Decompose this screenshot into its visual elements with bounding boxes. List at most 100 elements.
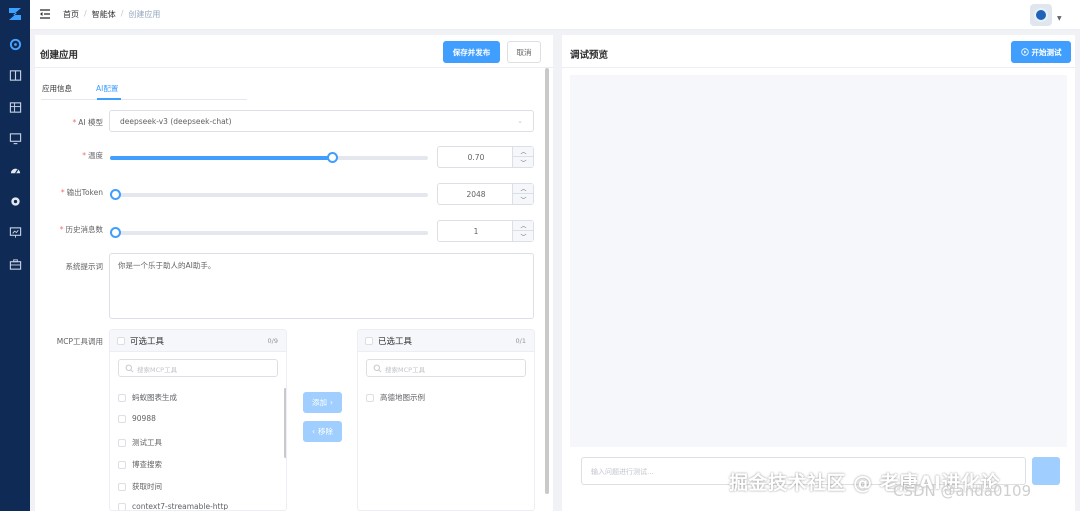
history-slider[interactable] xyxy=(110,227,428,238)
increase-icon[interactable]: ︿ xyxy=(513,184,534,194)
breadcrumb-home[interactable]: 首页 xyxy=(63,9,79,20)
caret-down-icon[interactable]: ▼ xyxy=(1057,15,1062,22)
item-checkbox[interactable] xyxy=(118,438,126,447)
start-test-button[interactable]: 开始测试 xyxy=(1011,41,1071,63)
book-icon[interactable] xyxy=(8,68,22,82)
history-input[interactable]: 1 ︿ ﹀ xyxy=(437,220,534,242)
table-icon[interactable] xyxy=(8,100,22,114)
tab-app-info[interactable]: 应用信息 xyxy=(42,83,72,94)
monitor-icon[interactable] xyxy=(8,131,22,145)
available-tools-panel: 可选工具 0/9 搜索MCP工具 蚂蚁图表生成 90988 测试工具 博查搜索 … xyxy=(109,329,287,511)
available-tools-search[interactable]: 搜索MCP工具 xyxy=(118,359,278,377)
avatar-image xyxy=(1034,8,1048,22)
send-button[interactable] xyxy=(1032,457,1060,485)
play-circle-icon xyxy=(1020,48,1029,56)
gauge-icon[interactable] xyxy=(8,163,22,177)
select-all-checkbox[interactable] xyxy=(365,337,373,345)
tab-ai-config[interactable]: AI配置 xyxy=(96,83,118,94)
system-prompt-textarea[interactable]: 你是一个乐于助人的AI助手。 xyxy=(109,253,534,319)
item-checkbox[interactable] xyxy=(118,393,126,402)
select-all-checkbox[interactable] xyxy=(117,337,125,345)
breadcrumb-current: 创建应用 xyxy=(128,10,161,19)
active-tab-indicator xyxy=(97,98,121,100)
chat-preview-area xyxy=(570,75,1067,447)
breadcrumb-separator: / xyxy=(120,9,124,18)
list-item[interactable]: context7-streamable-http xyxy=(118,502,228,510)
model-select[interactable]: deepseek-v3 (deepseek-chat) ⌄ xyxy=(109,110,534,132)
selected-tools-header: 已选工具 0/1 xyxy=(358,330,534,352)
list-item[interactable]: 博查搜索 xyxy=(118,459,162,470)
search-placeholder: 搜索MCP工具 xyxy=(385,366,426,374)
settings-icon[interactable] xyxy=(8,194,22,208)
config-tabs: 应用信息 AI配置 xyxy=(41,83,247,100)
breadcrumb-agents[interactable]: 智能体 xyxy=(92,9,116,20)
available-tools-header: 可选工具 0/9 xyxy=(110,330,286,352)
item-checkbox[interactable] xyxy=(118,502,126,510)
page-title: 创建应用 xyxy=(40,50,79,61)
mcp-label: MCP工具调用 xyxy=(56,337,103,346)
toolbox-icon[interactable] xyxy=(8,257,22,271)
list-item[interactable]: 测试工具 xyxy=(118,437,162,448)
stepper-controls: ︿ ﹀ xyxy=(512,221,534,241)
debug-preview-panel: 调试预览 开始测试 输入问题进行测试... xyxy=(562,35,1075,511)
system-prompt-label: 系统提示词 xyxy=(65,262,104,271)
available-tools-title: 可选工具 xyxy=(130,337,165,347)
dashboard-icon[interactable] xyxy=(8,37,22,51)
preview-title: 调试预览 xyxy=(570,50,609,61)
top-bar: 首页 / 智能体 / 创建应用 ▼ xyxy=(30,0,1080,30)
selected-tools-title: 已选工具 xyxy=(378,337,413,347)
temperature-slider[interactable] xyxy=(110,152,428,163)
item-checkbox[interactable] xyxy=(366,393,374,402)
chevron-left-icon: ‹ xyxy=(312,427,315,436)
max-tokens-value: 2048 xyxy=(466,190,486,199)
max-tokens-input[interactable]: 2048 ︿ ﹀ xyxy=(437,183,534,205)
slider-handle[interactable] xyxy=(327,152,339,163)
history-value: 1 xyxy=(473,227,479,236)
menu-fold-icon[interactable] xyxy=(39,8,51,20)
increase-icon[interactable]: ︿ xyxy=(513,147,534,157)
decrease-icon[interactable]: ﹀ xyxy=(513,157,534,167)
increase-icon[interactable]: ︿ xyxy=(513,221,534,231)
breadcrumb-separator: / xyxy=(84,9,87,18)
decrease-icon[interactable]: ﹀ xyxy=(513,194,534,204)
selected-tools-search[interactable]: 搜索MCP工具 xyxy=(366,359,526,377)
history-label: * 历史消息数 xyxy=(59,225,103,234)
stepper-controls: ︿ ﹀ xyxy=(512,184,534,204)
save-publish-button[interactable]: 保存并发布 xyxy=(443,41,500,63)
item-checkbox[interactable] xyxy=(118,482,126,491)
screen-icon[interactable] xyxy=(8,225,22,239)
list-scrollbar[interactable] xyxy=(284,388,286,458)
create-app-panel: 创建应用 保存并发布 取消 应用信息 AI配置 * AI 模型 deepseek-… xyxy=(35,35,553,511)
selected-tools-count: 0/1 xyxy=(515,337,526,345)
max-tokens-slider[interactable] xyxy=(110,189,428,200)
logo-icon[interactable] xyxy=(7,6,23,22)
slider-handle[interactable] xyxy=(110,189,121,200)
stepper-controls: ︿ ﹀ xyxy=(512,147,534,167)
list-item[interactable]: 高德地图示例 xyxy=(366,392,425,403)
temperature-label: * 温度 xyxy=(82,151,103,160)
chevron-down-icon: ⌄ xyxy=(517,117,523,125)
list-item[interactable]: 90988 xyxy=(118,414,156,423)
decrease-icon[interactable]: ﹀ xyxy=(513,231,534,241)
selected-tools-panel: 已选工具 0/1 搜索MCP工具 高德地图示例 xyxy=(357,329,535,511)
cancel-button[interactable]: 取消 xyxy=(507,41,541,63)
search-icon xyxy=(125,364,134,373)
panel-scrollbar[interactable] xyxy=(545,68,549,494)
temperature-value: 0.70 xyxy=(467,153,485,162)
panel-header: 创建应用 保存并发布 取消 xyxy=(35,35,553,68)
list-item[interactable]: 蚂蚁图表生成 xyxy=(118,392,177,403)
system-prompt-value: 你是一个乐于助人的AI助手。 xyxy=(118,261,216,270)
temperature-input[interactable]: 0.70 ︿ ﹀ xyxy=(437,146,534,168)
avatar[interactable] xyxy=(1030,4,1052,26)
item-checkbox[interactable] xyxy=(118,460,126,469)
available-tools-count: 0/9 xyxy=(267,337,278,345)
model-select-value: deepseek-v3 (deepseek-chat) xyxy=(120,117,232,126)
sidebar xyxy=(0,0,30,511)
watermark-sub: CSDN @anda0109 xyxy=(893,482,1032,500)
slider-fill xyxy=(110,156,333,160)
list-item[interactable]: 获取时间 xyxy=(118,481,162,492)
slider-handle[interactable] xyxy=(110,227,121,238)
remove-tool-button[interactable]: ‹ 移除 xyxy=(303,421,342,442)
add-tool-button[interactable]: 添加 › xyxy=(303,392,342,413)
item-checkbox[interactable] xyxy=(118,414,126,423)
